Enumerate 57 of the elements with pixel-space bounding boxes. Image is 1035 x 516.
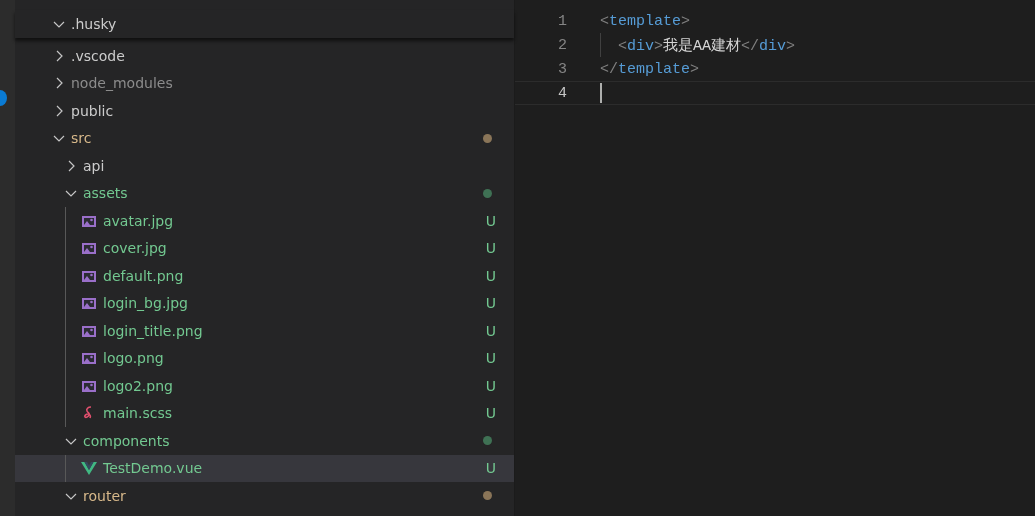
tree-item[interactable]: login_title.png U bbox=[15, 317, 514, 345]
git-status-letter: U bbox=[485, 350, 496, 367]
line-number: 2 bbox=[557, 36, 567, 54]
tree-item[interactable]: logo.png U bbox=[15, 344, 514, 372]
tree-item[interactable]: TestDemo.vue U bbox=[15, 454, 514, 482]
tree-item[interactable]: router bbox=[15, 482, 514, 510]
tree-item[interactable]: src bbox=[15, 124, 514, 152]
file-name: router bbox=[83, 487, 127, 504]
file-name: main.scss bbox=[103, 405, 173, 422]
tree-item[interactable]: node_modules bbox=[15, 69, 514, 97]
git-status-letter: U bbox=[485, 240, 496, 257]
code-line: </template> bbox=[600, 60, 700, 78]
file-name: default.png bbox=[103, 267, 185, 284]
file-name: api bbox=[83, 157, 106, 174]
file-name: login_bg.jpg bbox=[103, 295, 189, 312]
tree-item[interactable]: avatar.jpg U bbox=[15, 207, 514, 235]
git-status-letter: U bbox=[485, 322, 496, 339]
file-name: src bbox=[71, 130, 93, 147]
vue-file-icon bbox=[81, 460, 97, 477]
tree-item[interactable]: components bbox=[15, 427, 514, 455]
file-name: .vscode bbox=[71, 47, 126, 64]
tree-item[interactable]: login_bg.jpg U bbox=[15, 289, 514, 317]
line-number: 4 bbox=[557, 84, 567, 102]
file-name: logo2.png bbox=[103, 377, 174, 394]
tree-item[interactable]: default.png U bbox=[15, 262, 514, 290]
folder-name: .husky bbox=[71, 16, 118, 32]
git-status-letter: U bbox=[485, 267, 496, 284]
file-name: avatar.jpg bbox=[103, 212, 175, 229]
tree-item[interactable]: .vscode bbox=[15, 42, 514, 70]
git-status-letter: U bbox=[485, 212, 496, 229]
git-status-letter: U bbox=[485, 460, 496, 477]
tree-item[interactable]: public bbox=[15, 97, 514, 125]
file-name: login_title.png bbox=[103, 322, 204, 339]
tree-item[interactable]: .husky bbox=[15, 10, 514, 38]
file-name: assets bbox=[83, 185, 129, 202]
image-file-icon bbox=[81, 350, 97, 367]
image-file-icon bbox=[81, 295, 97, 312]
line-number: 1 bbox=[557, 12, 567, 30]
line-number: 3 bbox=[557, 60, 567, 78]
image-file-icon bbox=[81, 240, 97, 257]
tree-item[interactable]: main.scss U bbox=[15, 399, 514, 427]
file-name: components bbox=[83, 432, 171, 449]
tree-item[interactable]: logo2.png U bbox=[15, 372, 514, 400]
code-line: <template> bbox=[600, 12, 691, 30]
git-status-letter: U bbox=[485, 377, 496, 394]
text-cursor bbox=[600, 83, 602, 103]
file-name: TestDemo.vue bbox=[103, 460, 204, 477]
code-line: <div>我是AA建材</div> bbox=[618, 36, 796, 55]
file-name: node_modules bbox=[71, 75, 174, 92]
tree-item[interactable]: assets bbox=[15, 179, 514, 207]
git-status-letter: U bbox=[485, 295, 496, 312]
file-name: logo.png bbox=[103, 350, 165, 367]
git-status-letter: U bbox=[485, 405, 496, 422]
tree-item[interactable]: api bbox=[15, 152, 514, 180]
tree-item[interactable]: cover.jpg U bbox=[15, 234, 514, 262]
file-name: cover.jpg bbox=[103, 240, 168, 257]
file-name: public bbox=[71, 102, 115, 119]
